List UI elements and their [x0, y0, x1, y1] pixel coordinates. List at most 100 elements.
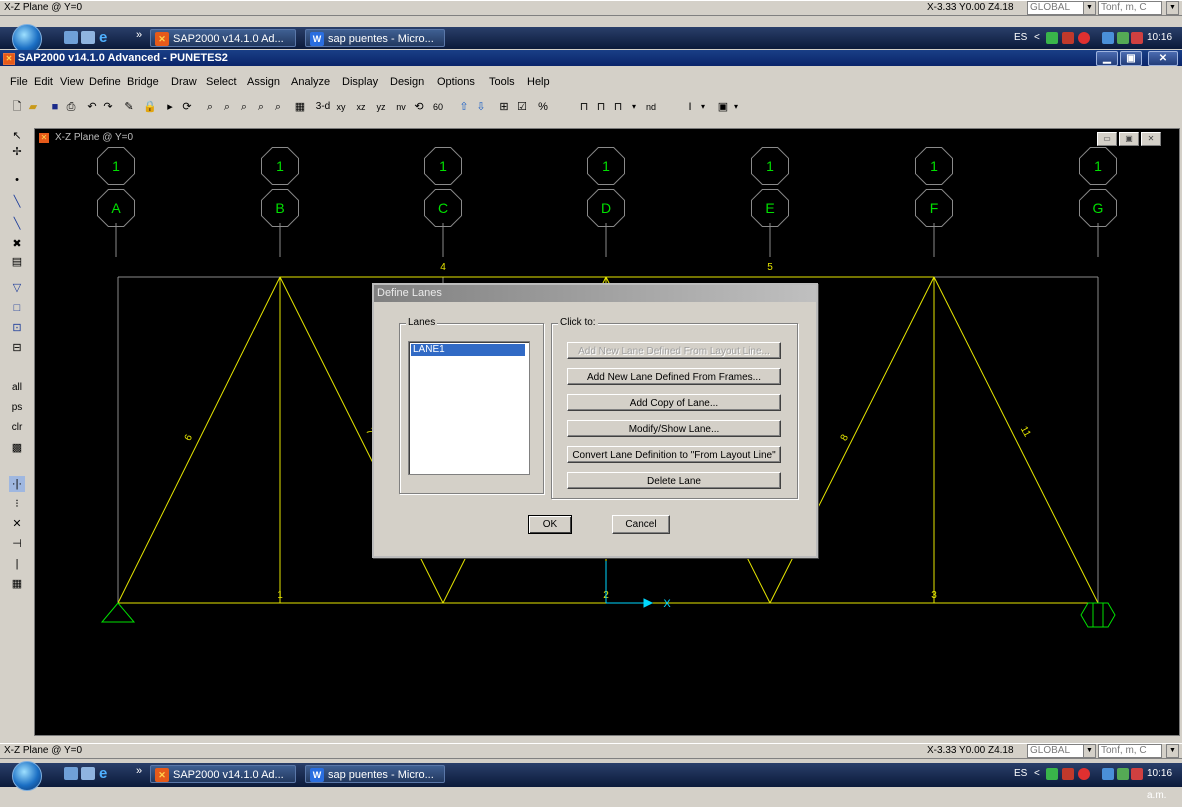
tray-expand-icon[interactable]: <: [1034, 27, 1040, 49]
menu-help[interactable]: Help: [527, 72, 550, 92]
quick-draw-frame-icon[interactable]: ╲: [9, 216, 25, 232]
menu-options[interactable]: Options: [437, 72, 475, 92]
chevron-down-icon[interactable]: ▼: [1166, 1, 1179, 15]
zoom-restore-icon[interactable]: ⌕: [220, 99, 234, 115]
volume-icon[interactable]: [1131, 768, 1143, 780]
adobe-icon[interactable]: [1078, 32, 1090, 44]
snap-joint-icon[interactable]: ·|·: [9, 476, 25, 492]
adobe-icon[interactable]: [1078, 768, 1090, 780]
menu-assign[interactable]: Assign: [247, 72, 280, 92]
tray-expand-icon[interactable]: <: [1034, 763, 1040, 785]
quick-draw-area-icon[interactable]: ⊡: [9, 320, 25, 336]
network-icon[interactable]: [1062, 32, 1074, 44]
taskbar-chevron[interactable]: »: [136, 29, 142, 41]
draw-frame-icon[interactable]: ╲: [9, 194, 25, 210]
view-yz-button[interactable]: yz: [374, 99, 388, 115]
chevron-down-icon[interactable]: ▼: [1083, 1, 1096, 15]
new-file-icon[interactable]: 🗋: [10, 99, 24, 115]
toolbar-dropdown-icon[interactable]: ▾: [731, 99, 741, 115]
taskbar-chevron[interactable]: »: [136, 765, 142, 777]
language-indicator[interactable]: ES: [1014, 763, 1027, 785]
previous-select-button[interactable]: ps: [9, 400, 25, 416]
menu-view[interactable]: View: [60, 72, 84, 92]
network-icon[interactable]: [1062, 768, 1074, 780]
intersect-icon[interactable]: ▩: [9, 440, 25, 456]
section-icon[interactable]: I: [683, 99, 697, 115]
select-all-button[interactable]: all: [9, 380, 25, 396]
draw-solid-icon[interactable]: ⊟: [9, 340, 25, 356]
snap-line-icon[interactable]: |: [9, 556, 25, 572]
open-folder-icon[interactable]: ▰: [26, 99, 40, 115]
lane-item[interactable]: LANE1: [411, 344, 525, 356]
print-icon[interactable]: ⎙: [64, 99, 78, 115]
draw-link-icon[interactable]: ▤: [9, 254, 25, 270]
coord-system-select[interactable]: GLOBAL: [1027, 744, 1085, 758]
pencil-icon[interactable]: ✎: [122, 99, 136, 115]
minimize-button[interactable]: ▁: [1096, 51, 1118, 66]
taskbar-button-sap2000[interactable]: ✕ SAP2000 v14.1.0 Ad...: [150, 29, 296, 47]
menu-display[interactable]: Display: [342, 72, 378, 92]
units-select[interactable]: Tonf, m, C: [1098, 744, 1162, 758]
tray-app-icon[interactable]: [1102, 768, 1114, 780]
zoom-previous-icon[interactable]: ⌕: [271, 99, 285, 115]
clear-selection-button[interactable]: clr: [9, 420, 25, 436]
chevron-down-icon[interactable]: ▼: [1166, 744, 1179, 758]
toolbar-dropdown-icon[interactable]: ▾: [698, 99, 708, 115]
draw-brace-icon[interactable]: ✖: [9, 236, 25, 252]
refresh-icon[interactable]: ⟳: [180, 99, 194, 115]
show-desktop-icon[interactable]: [64, 767, 78, 780]
undo-icon[interactable]: ↶: [85, 99, 99, 115]
security-icon[interactable]: [1046, 32, 1058, 44]
snap-intersection-icon[interactable]: ✕: [9, 516, 25, 532]
percent-button[interactable]: %: [536, 99, 550, 115]
redo-icon[interactable]: ↷: [101, 99, 115, 115]
save-icon[interactable]: ■: [48, 99, 62, 115]
shell-icon[interactable]: ⊓: [594, 99, 608, 115]
zoom-out-icon[interactable]: ⌕: [254, 99, 268, 115]
language-indicator[interactable]: ES: [1014, 27, 1027, 49]
zoom-in-icon[interactable]: ⌕: [237, 99, 251, 115]
delete-lane-button[interactable]: Delete Lane: [567, 472, 781, 489]
lock-icon[interactable]: 🔒: [143, 99, 157, 115]
view-xz-button[interactable]: xz: [354, 99, 368, 115]
modify-show-lane-button[interactable]: Modify/Show Lane...: [567, 420, 781, 437]
close-button[interactable]: ✕: [1148, 51, 1178, 66]
pointer-icon[interactable]: ↖: [9, 128, 25, 144]
taskbar-button-word[interactable]: W sap puentes - Micro...: [305, 765, 445, 783]
clock[interactable]: 10:16 a.m.: [1147, 763, 1182, 801]
view-3d-button[interactable]: 3-d: [314, 99, 332, 115]
toolbar-dropdown-icon[interactable]: ▾: [628, 99, 640, 115]
switch-windows-icon[interactable]: [81, 767, 95, 780]
view-nv-button[interactable]: nv: [394, 99, 408, 115]
draw-joint-icon[interactable]: •: [9, 172, 25, 188]
brace-icon[interactable]: ⊓: [611, 99, 625, 115]
menu-select[interactable]: Select: [206, 72, 237, 92]
units-select[interactable]: Tonf, m, C: [1098, 1, 1162, 15]
set-display-icon[interactable]: ☑: [515, 99, 529, 115]
add-copy-of-lane-button[interactable]: Add Copy of Lane...: [567, 394, 781, 411]
zoom-window-icon[interactable]: ⌕: [203, 99, 217, 115]
object-shrink-icon[interactable]: ⊞: [497, 99, 511, 115]
draw-poly-area-icon[interactable]: ▽: [9, 280, 25, 296]
menu-define[interactable]: Define: [89, 72, 121, 92]
menu-analyze[interactable]: Analyze: [291, 72, 330, 92]
ok-button[interactable]: OK: [528, 515, 572, 534]
taskbar-button-sap2000[interactable]: ✕ SAP2000 v14.1.0 Ad...: [150, 765, 296, 783]
rotate-icon[interactable]: ⟲: [412, 99, 426, 115]
frame-icon[interactable]: ⊓: [577, 99, 591, 115]
cancel-button[interactable]: Cancel: [612, 515, 670, 534]
tray-app-icon[interactable]: [1102, 32, 1114, 44]
display-icon[interactable]: ▣: [716, 99, 730, 115]
clock[interactable]: 10:16 a.m.: [1147, 27, 1182, 65]
define-lanes-dialog[interactable]: Define Lanes Lanes LANE1 Click to: Add N…: [372, 283, 818, 558]
security-icon[interactable]: [1046, 768, 1058, 780]
snap-midpoint-icon[interactable]: ⁝: [9, 496, 25, 512]
window-title-bar[interactable]: ✕ SAP2000 v14.1.0 Advanced - PUNETES2 ▁ …: [0, 50, 1182, 66]
monitor-icon[interactable]: [1117, 768, 1129, 780]
pan-icon[interactable]: ▦: [293, 99, 307, 115]
snap-perpendicular-icon[interactable]: ⊣: [9, 536, 25, 552]
show-desktop-icon[interactable]: [64, 31, 78, 44]
taskbar-button-word[interactable]: W sap puentes - Micro...: [305, 29, 445, 47]
menu-tools[interactable]: Tools: [489, 72, 515, 92]
chevron-down-icon[interactable]: ▼: [1083, 744, 1096, 758]
